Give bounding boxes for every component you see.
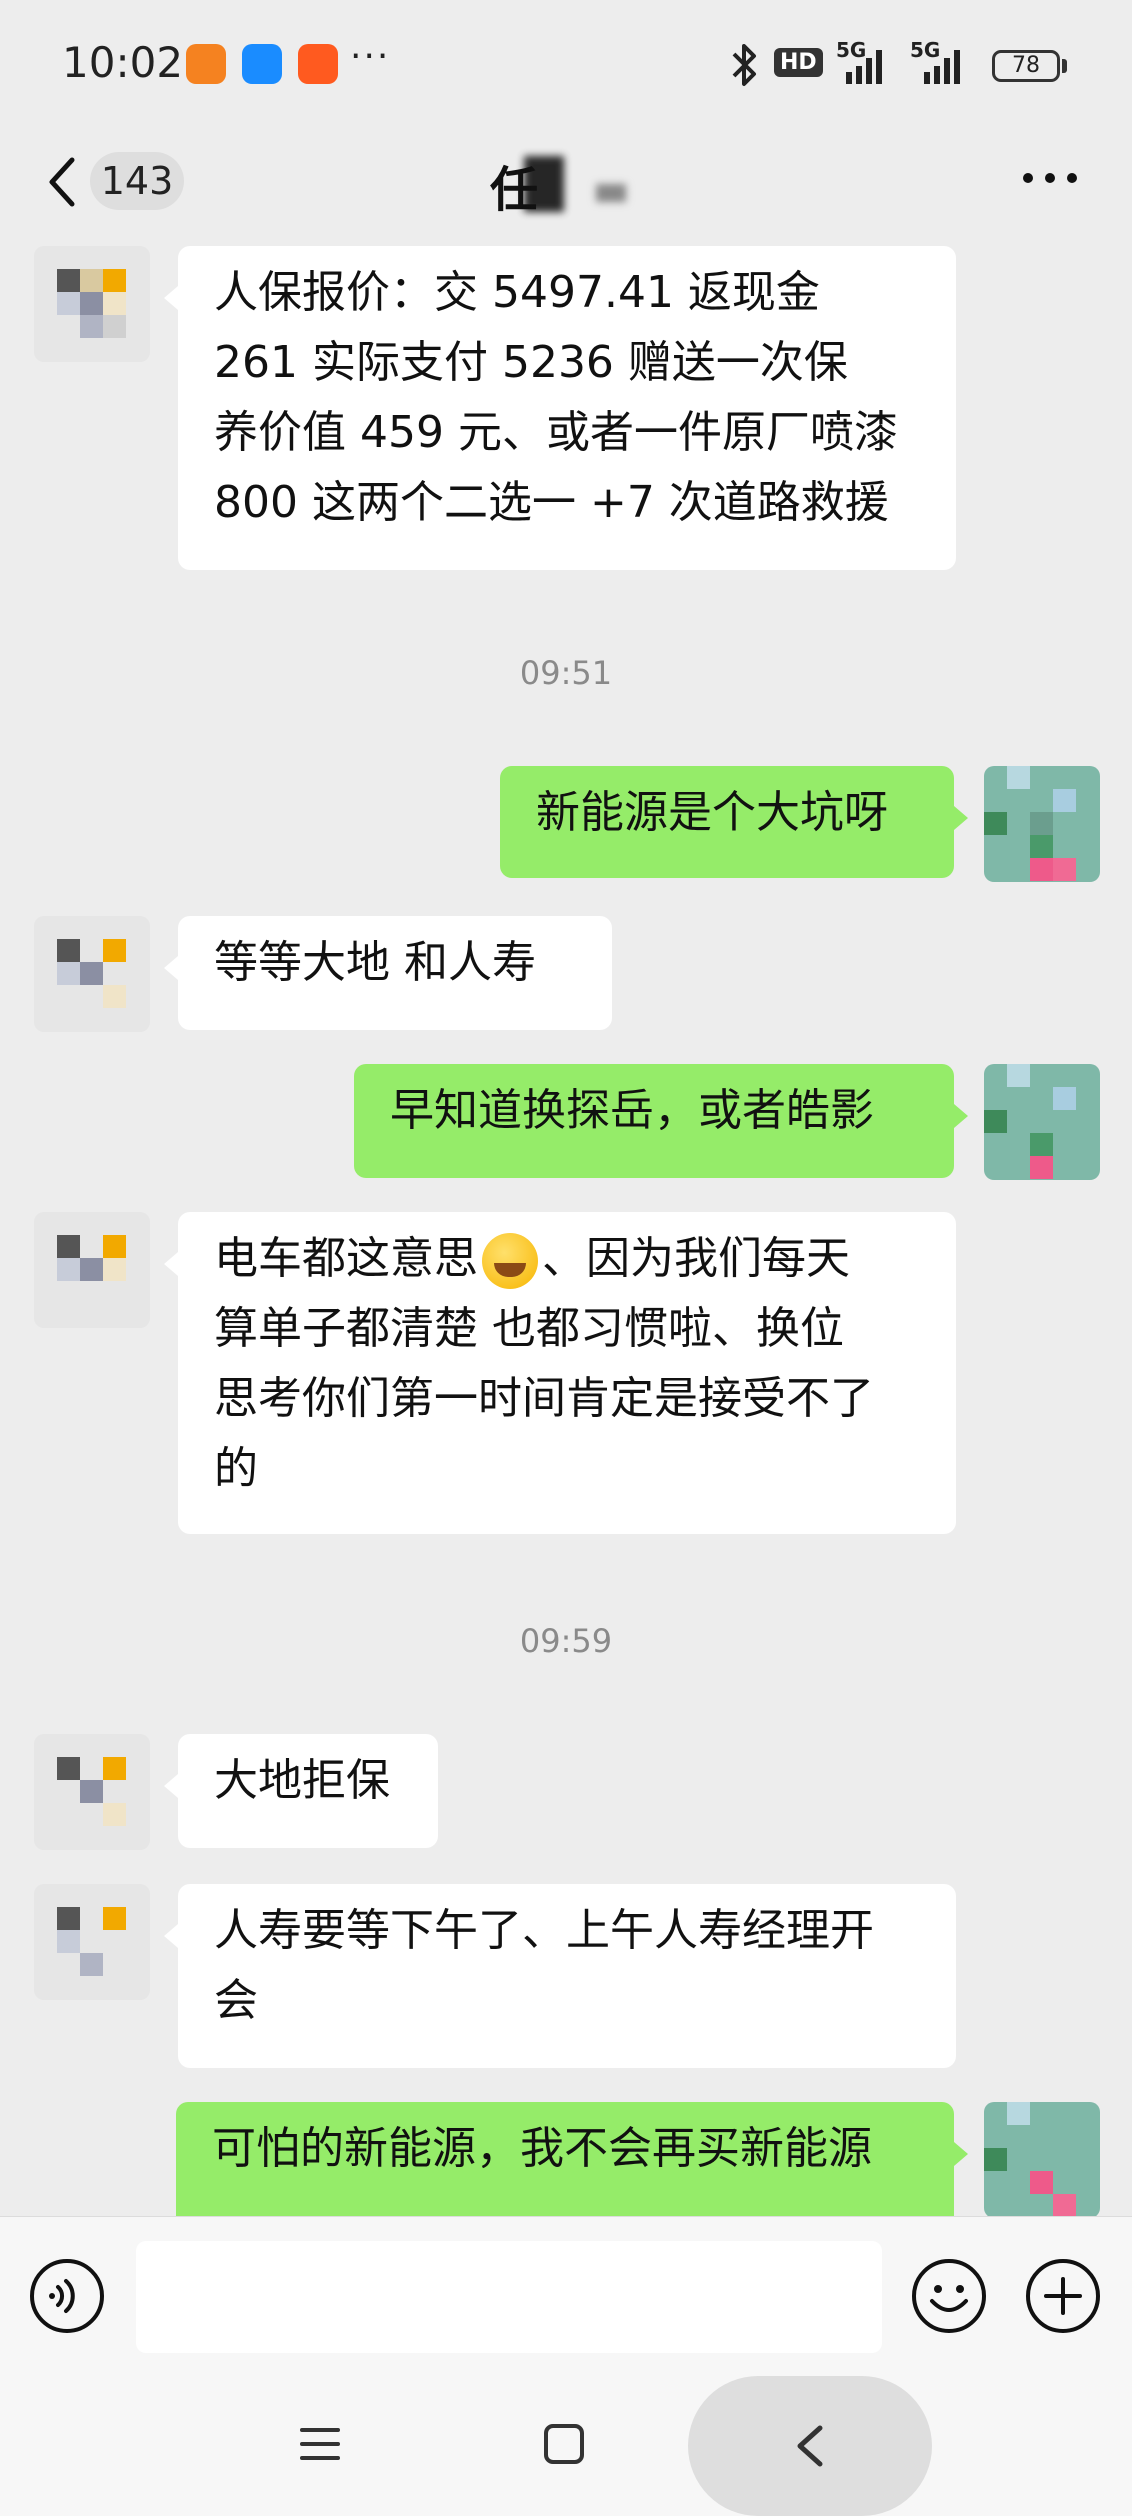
back-button-pill[interactable] <box>688 2376 932 2516</box>
chat-header: 143 任 <box>0 130 1132 240</box>
voice-icon[interactable] <box>28 2257 106 2335</box>
didi-icon <box>186 44 226 84</box>
message-input[interactable] <box>136 2241 882 2353</box>
message-bubble-outgoing[interactable]: 新能源是个大坑呀 <box>500 766 968 878</box>
message-timestamp: 09:59 <box>519 1622 613 1660</box>
contact-avatar[interactable] <box>34 916 150 1032</box>
message-list[interactable]: 人保报价：交 5497.41 返现金 261 实际支付 5236 赠送一次保 养… <box>0 240 1132 2216</box>
battery-indicator: 78 <box>992 50 1060 82</box>
chevron-left-icon[interactable] <box>44 152 80 212</box>
message-bubble-incoming[interactable]: 人寿要等下午了、上午人寿经理开 会 <box>164 1884 956 2068</box>
status-more-icon: ··· <box>350 36 391 77</box>
back-icon[interactable] <box>790 2422 830 2470</box>
chat-screen: 10:02 ··· HD 5G 5G 78 143 任 人保报价：交 5497.… <box>0 0 1132 2516</box>
emoji-icon[interactable] <box>910 2257 988 2335</box>
crying-laughing-emoji-icon <box>482 1233 538 1289</box>
more-dots-icon[interactable] <box>1022 170 1078 186</box>
message-bubble-outgoing[interactable]: 可怕的新能源，我不会再买新能源 <box>176 2102 968 2216</box>
contact-avatar[interactable] <box>34 246 150 362</box>
unread-count-badge[interactable]: 143 <box>90 152 184 210</box>
menu-icon[interactable] <box>298 2422 342 2466</box>
message-bubble-incoming[interactable]: 大地拒保 <box>164 1734 438 1848</box>
message-bubble-incoming[interactable]: 电车都这意思 、因为我们每天 算单子都清楚 也都习惯啦、换位 思考你们第一时间肯定… <box>164 1212 956 1534</box>
kuaishou-icon <box>298 44 338 84</box>
contact-avatar[interactable] <box>34 1212 150 1328</box>
home-icon[interactable] <box>542 2422 586 2466</box>
message-bubble-incoming[interactable]: 等等大地 和人寿 <box>164 916 612 1030</box>
plus-icon[interactable] <box>1024 2257 1102 2335</box>
status-time: 10:02 <box>62 38 184 87</box>
bluetooth-icon <box>732 44 756 86</box>
title-redaction-2 <box>596 184 626 202</box>
my-avatar[interactable] <box>984 1064 1100 1180</box>
status-bar: 10:02 ··· HD 5G 5G 78 <box>0 0 1132 130</box>
message-bubble-incoming[interactable]: 人保报价：交 5497.41 返现金 261 实际支付 5236 赠送一次保 养… <box>164 246 956 570</box>
title-redaction <box>524 156 564 212</box>
battery-tip <box>1062 59 1067 73</box>
message-bubble-outgoing[interactable]: 早知道换探岳，或者皓影 <box>354 1064 968 1178</box>
contact-avatar[interactable] <box>34 1734 150 1850</box>
system-nav-bar <box>0 2376 1132 2516</box>
message-timestamp: 09:51 <box>519 654 613 692</box>
hd-badge: HD <box>774 48 823 77</box>
contact-avatar[interactable] <box>34 1884 150 2000</box>
hello-icon <box>242 44 282 84</box>
my-avatar[interactable] <box>984 766 1100 882</box>
my-avatar[interactable] <box>984 2102 1100 2216</box>
input-bar <box>0 2216 1132 2377</box>
